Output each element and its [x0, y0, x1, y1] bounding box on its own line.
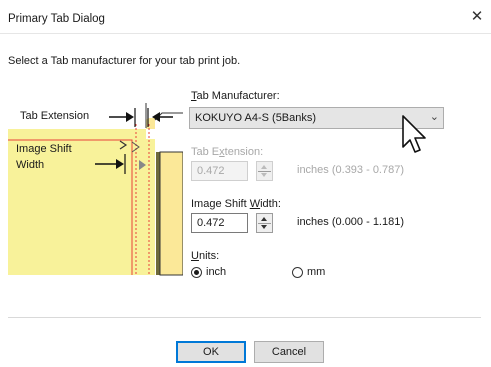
title-divider [0, 33, 491, 34]
tab-extension-range: inches (0.393 - 0.787) [297, 164, 405, 176]
units-label: Units: [191, 250, 220, 262]
arrow-head-right [126, 112, 134, 122]
tab-extension-label: Tab Extension: [191, 146, 264, 158]
dialog-title: Primary Tab Dialog [8, 13, 105, 25]
tab-illustration: Tab Extension Image Shift Width [8, 90, 184, 280]
tab-extension-spinner [256, 161, 273, 181]
units-mm-radio[interactable]: mm [292, 266, 352, 282]
units-inch-label: inch [206, 266, 227, 278]
ok-button[interactable]: OK [176, 341, 246, 363]
next-tab [159, 151, 184, 276]
manufacturer-value: KOKUYO A4-S (5Banks) [195, 112, 317, 124]
units-inch-radio[interactable]: inch [191, 266, 251, 282]
close-icon: ✕ [470, 8, 484, 25]
instruction-text: Select a Tab manufacturer for your tab p… [8, 55, 241, 67]
tab-extension-input: 0.472 [191, 161, 248, 181]
image-shift-caption: Image Shift [16, 143, 72, 155]
close-button[interactable]: ✕ [468, 8, 486, 26]
image-shift-caption-2: Width [16, 159, 45, 171]
image-shift-spinner[interactable] [256, 213, 273, 233]
cancel-button[interactable]: Cancel [254, 341, 324, 363]
radio-unselected-icon [292, 267, 303, 278]
units-mm-label: mm [307, 266, 326, 278]
mouse-cursor-icon [402, 115, 426, 153]
radio-selected-icon [191, 267, 202, 278]
footer-divider [8, 317, 481, 318]
image-shift-range: inches (0.000 - 1.181) [297, 216, 405, 228]
tab-bar [156, 152, 160, 275]
manufacturer-label: Tab Manufacturer: [191, 90, 280, 102]
tab-extension-caption: Tab Extension [20, 110, 90, 122]
image-shift-label: Image Shift Width: [191, 198, 281, 210]
image-shift-input[interactable]: 0.472 [191, 213, 248, 233]
tab-protrusion [146, 118, 155, 129]
